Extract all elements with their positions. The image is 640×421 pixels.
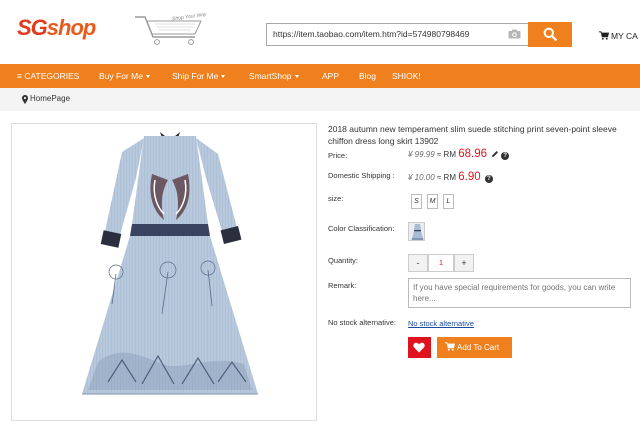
nav-label: Buy For Me — [99, 71, 143, 81]
price-label: Price: — [328, 151, 348, 160]
dress-photo — [12, 124, 316, 420]
breadcrumb-home[interactable]: HomePage — [30, 94, 70, 103]
size-option-s[interactable]: S — [411, 194, 422, 209]
nav-buy-for-me[interactable]: Buy For Me — [99, 64, 150, 88]
logo-word: shop — [46, 15, 97, 40]
chevron-down-icon — [221, 75, 226, 78]
add-to-cart-button[interactable]: Add To Cart — [437, 337, 512, 358]
nav-categories[interactable]: ≡ CATEGORIES — [17, 64, 79, 88]
color-swatch[interactable] — [408, 222, 425, 241]
heart-icon — [413, 342, 425, 353]
cart-icon — [445, 342, 456, 351]
size-label: size: — [328, 194, 344, 203]
site-header: SGshop Shop Your Way https://item.taobao… — [0, 0, 640, 64]
main-nav: ≡ CATEGORIES Buy For Me Ship For Me Smar… — [0, 64, 640, 88]
nav-app[interactable]: APP — [322, 64, 339, 88]
quantity-increase-button[interactable]: + — [454, 254, 474, 272]
nav-label: SmartShop — [249, 71, 292, 81]
price-cny: ¥ 99.99 — [408, 150, 435, 159]
nav-label: APP — [322, 71, 340, 81]
price-rm: 68.96 — [458, 148, 488, 160]
logo-mark: SG — [17, 15, 48, 40]
nav-label: Blog — [359, 71, 377, 81]
remark-label: Remark: — [328, 281, 357, 290]
favorite-button[interactable] — [408, 337, 431, 358]
quantity-label: Quantity: — [328, 256, 359, 265]
nostock-link[interactable]: No stock alternative — [408, 319, 474, 328]
shipping-line: ¥ 10.00 ≈ RM 6.90 ? — [408, 171, 493, 183]
search-input[interactable]: https://item.taobao.com/item.htm?id=5749… — [266, 23, 528, 46]
search-button[interactable] — [528, 22, 572, 47]
cart-icon — [599, 31, 610, 40]
color-thumbnail — [409, 223, 424, 240]
nav-shiok[interactable]: SHIOK! — [392, 64, 421, 88]
size-option-m[interactable]: M — [427, 194, 438, 209]
nav-smartshop[interactable]: SmartShop — [249, 64, 299, 88]
size-option-l[interactable]: L — [443, 194, 454, 209]
shipping-rm: 6.90 — [458, 171, 481, 183]
map-marker-icon — [22, 95, 28, 104]
pencil-icon[interactable] — [491, 150, 499, 158]
product-image[interactable] — [11, 123, 317, 421]
nav-label: SHIOK! — [392, 71, 421, 81]
shipping-approx: ≈ RM — [436, 173, 456, 182]
color-label: Color Classification: — [328, 224, 395, 233]
price-line: ¥ 99.99 ≈ RM 68.96 ? — [408, 148, 510, 160]
product-title: 2018 autumn new temperament slim suede s… — [328, 124, 617, 146]
shipping-label: Domestic Shipping : — [328, 171, 395, 180]
shipping-cny: ¥ 10.00 — [408, 173, 435, 182]
search-icon — [543, 27, 557, 41]
question-icon[interactable]: ? — [501, 152, 510, 160]
nav-label: Ship For Me — [172, 71, 219, 81]
my-cart-link[interactable]: MY CA — [599, 31, 638, 41]
chevron-down-icon — [145, 75, 150, 78]
nostock-label: No stock alternative: — [328, 318, 396, 327]
nav-label: ≡ CATEGORIES — [17, 71, 80, 81]
add-to-cart-label: Add To Cart — [457, 343, 500, 352]
breadcrumb: HomePage — [0, 88, 640, 111]
quantity-decrease-button[interactable]: - — [408, 254, 428, 272]
question-icon[interactable]: ? — [484, 175, 493, 183]
camera-icon[interactable] — [508, 29, 521, 39]
site-logo[interactable]: SGshop — [17, 15, 97, 41]
nav-blog[interactable]: Blog — [359, 64, 376, 88]
my-cart-label: MY CA — [611, 31, 638, 41]
remark-field[interactable] — [408, 278, 631, 308]
nav-ship-for-me[interactable]: Ship For Me — [172, 64, 226, 88]
quantity-input[interactable]: 1 — [428, 254, 454, 272]
chevron-down-icon — [294, 75, 299, 78]
price-approx: ≈ RM — [436, 150, 456, 159]
